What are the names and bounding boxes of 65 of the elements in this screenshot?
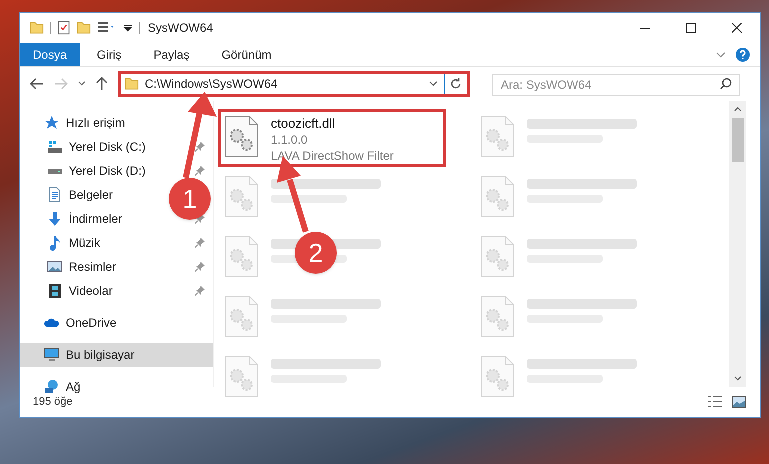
refresh-icon <box>450 78 462 90</box>
checklist-icon <box>57 21 71 35</box>
sidebar-item[interactable]: Resimler <box>47 258 116 276</box>
drive-icon <box>47 168 63 174</box>
sidebar-item[interactable]: Müzik <box>47 234 100 252</box>
back-arrow-icon <box>30 78 44 90</box>
gear-file-icon <box>480 296 514 338</box>
dropdown-icon <box>123 23 133 33</box>
sidebar-item[interactable]: OneDrive <box>44 314 117 332</box>
ribbon-tab[interactable]: Dosya <box>20 43 80 66</box>
sidebar-item[interactable]: İndirmeler <box>47 210 122 228</box>
large-icons-view-icon <box>732 396 746 408</box>
gear-file-icon <box>225 296 259 338</box>
address-path: C:\Windows\SysWOW64 <box>145 76 278 93</box>
sidebar-item[interactable]: Yerel Disk (D:) <box>47 162 146 180</box>
gear-file-icon <box>225 176 259 218</box>
search-icon <box>720 78 732 90</box>
network-icon <box>44 379 60 395</box>
ribbon-tab[interactable]: Giriş <box>84 43 135 66</box>
chevron-down-icon <box>716 52 726 58</box>
download-icon <box>47 211 63 227</box>
gear-file-icon <box>480 236 514 278</box>
drive-icon <box>47 139 63 155</box>
sidebar-item[interactable]: Ağ <box>44 378 81 396</box>
sidebar-item[interactable]: Yerel Disk (C:) <box>47 138 146 156</box>
sidebar-item[interactable]: Videolar <box>47 282 113 300</box>
picture-icon <box>47 259 63 275</box>
folder-icon <box>125 77 139 91</box>
scroll-down-icon <box>734 376 742 381</box>
gear-file-icon <box>225 236 259 278</box>
chevron-down-icon <box>429 81 438 87</box>
maximize-icon <box>686 23 696 33</box>
scrollbar-thumb[interactable] <box>732 118 744 162</box>
up-arrow-icon <box>96 77 108 91</box>
gear-file-icon <box>225 116 259 158</box>
folder-icon <box>30 21 44 35</box>
close-icon <box>732 23 742 33</box>
chevron-down-icon <box>78 81 86 87</box>
ribbon-tab[interactable]: Görünüm <box>208 43 285 66</box>
help-icon <box>736 48 750 62</box>
item-count: 195 öğe <box>33 394 73 410</box>
gear-file-icon <box>225 356 259 398</box>
gear-file-icon <box>480 116 514 158</box>
file-item[interactable]: ctoozicft.dll 1.1.0.0 LAVA DirectShow Filter <box>218 109 446 167</box>
star-icon <box>44 115 60 131</box>
sidebar-item[interactable]: Hızlı erişim <box>44 114 126 132</box>
ribbon-tab[interactable]: Paylaş <box>140 43 203 66</box>
address-bar[interactable]: C:\Windows\SysWOW64 <box>118 71 470 97</box>
music-note-icon <box>47 235 63 251</box>
gear-file-icon <box>480 356 514 398</box>
sidebar-item[interactable]: Belgeler <box>47 186 114 204</box>
file-description: LAVA DirectShow Filter <box>271 148 394 164</box>
document-icon <box>47 187 63 203</box>
scrollbar[interactable] <box>729 101 746 387</box>
file-version: 1.1.0.0 <box>271 132 309 148</box>
search-field[interactable]: Ara: SysWOW64 <box>492 74 740 96</box>
details-view-icon <box>708 396 722 408</box>
window-title: SysWOW64 <box>148 20 214 37</box>
properties-icon <box>97 21 117 35</box>
computer-icon <box>44 347 60 363</box>
film-icon <box>47 283 63 299</box>
scroll-up-icon <box>734 107 742 112</box>
file-name: ctoozicft.dll <box>271 116 336 132</box>
gear-file-icon <box>480 176 514 218</box>
folder-icon <box>77 21 91 35</box>
